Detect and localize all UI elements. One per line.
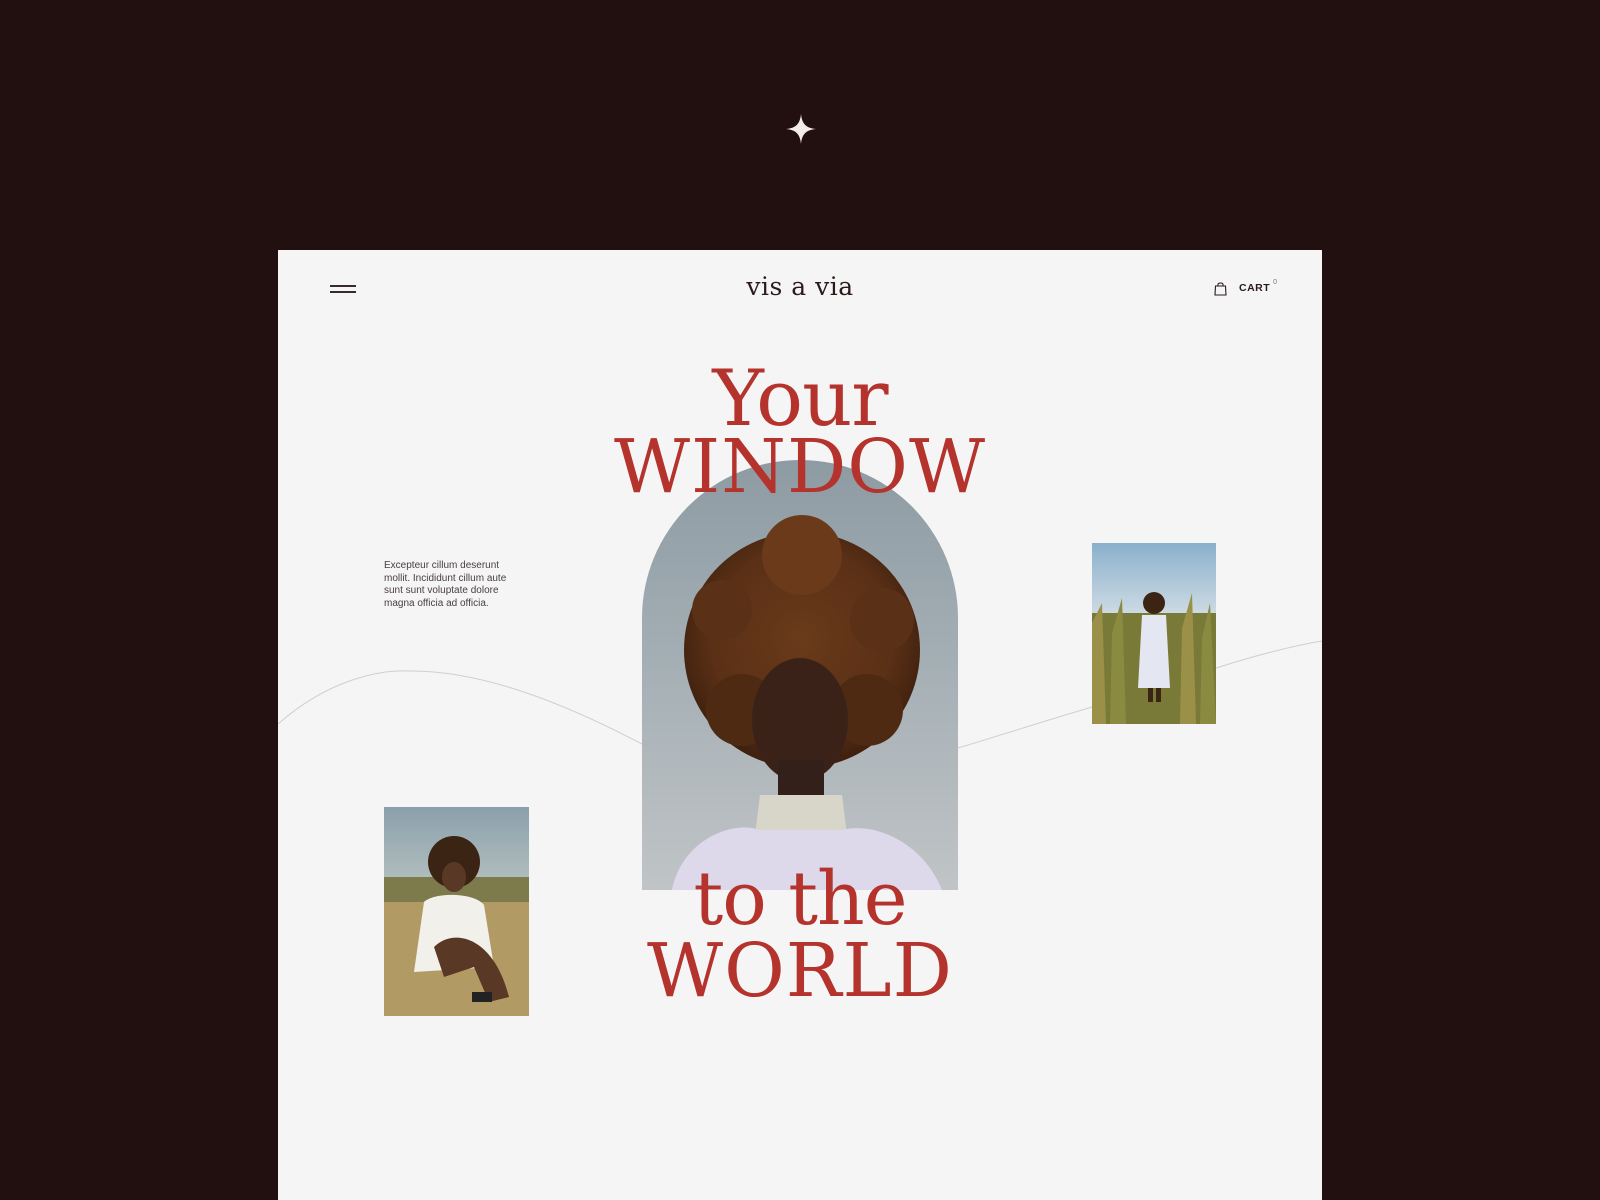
shopping-bag-icon <box>1214 281 1227 296</box>
cart-label: CART <box>1239 282 1271 294</box>
site-logo[interactable]: vis a via <box>278 272 1322 301</box>
intro-paragraph: Excepteur cillum deserunt mollit. Incidi… <box>384 560 507 609</box>
website-page: vis a via CART 0 Your WINDOW to the WORL… <box>278 250 1322 1200</box>
hero-arch-portrait <box>642 460 958 890</box>
cart-count: 0 <box>1273 278 1278 286</box>
hero-title-line-2: WINDOW <box>613 424 987 510</box>
gallery-photo-field-seated[interactable] <box>384 807 529 1016</box>
gallery-photo-cornfield[interactable] <box>1092 543 1216 724</box>
cart-button[interactable]: CART 0 <box>1214 278 1277 298</box>
sparkle-star-icon <box>786 114 816 144</box>
